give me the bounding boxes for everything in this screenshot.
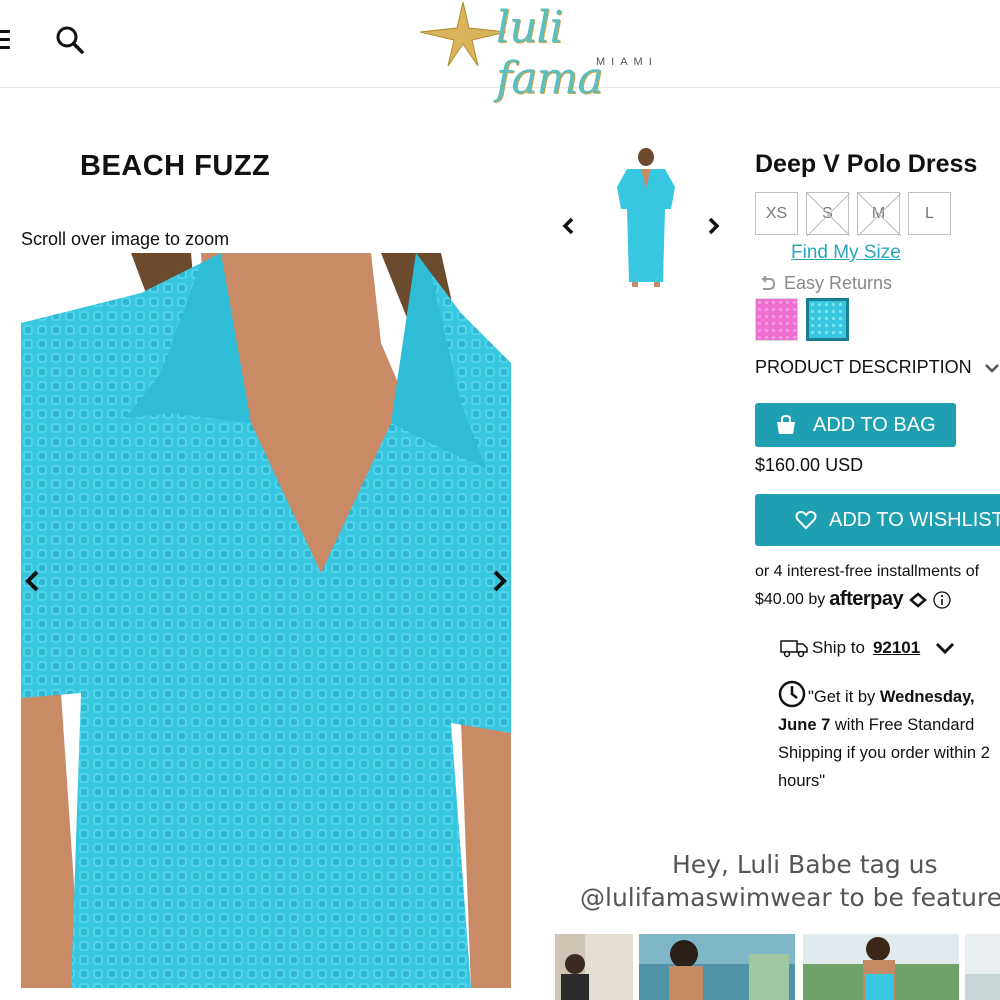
- chevron-left-icon: [25, 570, 39, 592]
- unavailable-cross-icon: [807, 193, 850, 236]
- size-option-m: M: [857, 192, 901, 236]
- shopping-bag-icon: [777, 415, 795, 434]
- zoom-hint: Scroll over image to zoom: [21, 229, 230, 249]
- chevron-right-icon: [493, 570, 507, 592]
- swatch-pink[interactable]: [755, 298, 798, 341]
- afterpay-installments-text: or 4 interest-free installments of: [755, 563, 980, 580]
- add-to-bag-label: ADD TO BAG: [813, 413, 936, 436]
- main-product-image[interactable]: [21, 253, 511, 988]
- chevron-right-icon: [708, 217, 720, 235]
- instagram-photo[interactable]: [639, 934, 795, 1000]
- logo-subtext: MIAMI: [596, 56, 658, 68]
- ship-to-label: Ship to: [812, 638, 865, 657]
- ship-to-selector[interactable]: Ship to 92101: [780, 638, 956, 658]
- product-thumbnail[interactable]: [605, 147, 687, 287]
- afterpay-amount: $40.00 by: [755, 590, 826, 608]
- swatch-aqua[interactable]: [806, 298, 849, 341]
- product-price: $160.00 USD: [755, 455, 864, 475]
- return-arrow-icon: [761, 275, 776, 290]
- easy-returns-label: Easy Returns: [784, 273, 893, 293]
- logo-wordmark: luli fama: [496, 2, 603, 104]
- size-option-l[interactable]: L: [908, 192, 951, 235]
- delivery-truck-icon: [780, 640, 808, 658]
- instagram-photo[interactable]: [965, 934, 1000, 1000]
- unavailable-cross-icon: [858, 193, 901, 236]
- chevron-down-icon: [984, 363, 999, 373]
- social-line-1: Hey, Luli Babe tag us: [672, 850, 938, 879]
- easy-returns[interactable]: Easy Returns: [760, 273, 892, 294]
- social-line-2: @lulifamaswimwear to be featured: [580, 883, 1000, 912]
- social-tag-callout: Hey, Luli Babe tag us @lulifamaswimwear …: [560, 848, 1000, 914]
- thumb-prev-arrow[interactable]: [558, 214, 578, 238]
- instagram-photo[interactable]: [803, 934, 959, 1000]
- brand-logo[interactable]: luli fama MIAMI: [418, 0, 678, 104]
- size-option-xs[interactable]: XS: [755, 192, 798, 235]
- delivery-estimate: "Get it by Wednesday, June 7 with Free St…: [778, 680, 1000, 795]
- heart-icon: [795, 510, 817, 530]
- color-swatches: [755, 298, 849, 341]
- add-to-wishlist-button[interactable]: ADD TO WISHLIST: [755, 494, 1000, 546]
- size-selector: XS S M L: [755, 192, 951, 236]
- product-description-toggle[interactable]: PRODUCT DESCRIPTION: [755, 357, 1000, 378]
- find-my-size-link[interactable]: Find My Size: [791, 242, 901, 264]
- afterpay-logo[interactable]: afterpay: [829, 588, 903, 611]
- ship-zip-code[interactable]: 92101: [873, 638, 920, 658]
- delivery-day: Wednesday,: [879, 688, 975, 706]
- info-icon[interactable]: [933, 590, 951, 609]
- delivery-date: June 7: [778, 716, 831, 734]
- size-label: L: [925, 204, 934, 222]
- image-prev-arrow[interactable]: [21, 569, 45, 593]
- instagram-photo[interactable]: [555, 934, 633, 1000]
- starfish-logo-icon: [419, 1, 507, 67]
- delivery-intro: "Get it by: [808, 688, 880, 706]
- thumb-next-arrow[interactable]: [704, 214, 724, 238]
- chevron-left-icon: [562, 217, 574, 235]
- add-to-bag-button[interactable]: ADD TO BAG: [755, 403, 956, 447]
- add-to-wishlist-label: ADD TO WISHLIST: [829, 508, 1000, 531]
- image-next-arrow[interactable]: [487, 569, 511, 593]
- collection-title: BEACH FUZZ: [80, 150, 271, 182]
- product-title: Deep V Polo Dress: [755, 150, 978, 178]
- size-option-s: S: [806, 192, 850, 236]
- site-header: luli fama MIAMI: [0, 0, 1000, 104]
- clock-icon: [778, 680, 806, 708]
- afterpay-arrows-icon: [909, 591, 928, 608]
- chevron-down-icon: [936, 642, 955, 655]
- search-icon[interactable]: [54, 24, 86, 56]
- hamburger-menu-icon[interactable]: [0, 30, 10, 50]
- product-description-label: PRODUCT DESCRIPTION: [755, 357, 972, 377]
- size-label: XS: [765, 204, 788, 222]
- afterpay-amount-row: $40.00 by afterpay: [755, 588, 951, 611]
